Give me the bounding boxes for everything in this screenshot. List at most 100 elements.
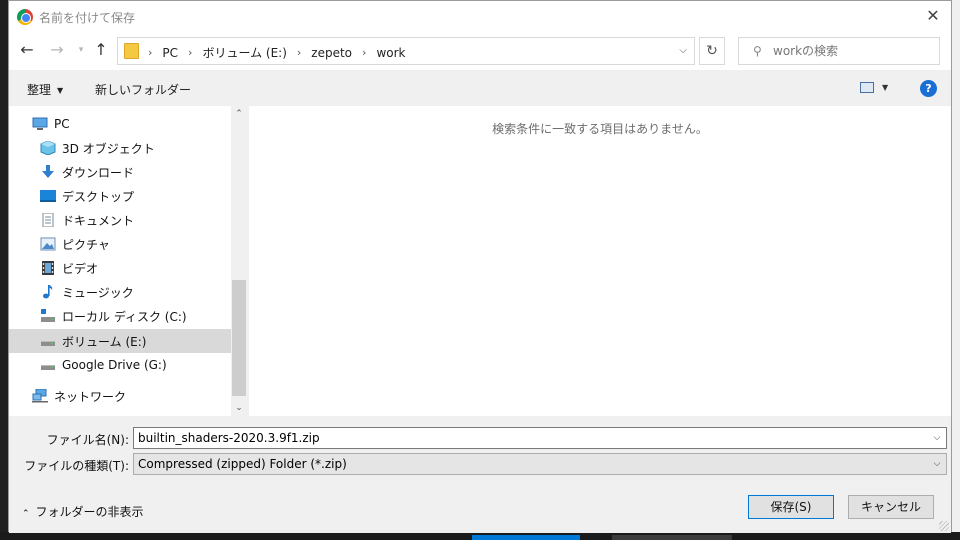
breadcrumb-separator-icon: › xyxy=(148,46,153,59)
help-button[interactable]: ? xyxy=(920,80,937,97)
scroll-down-icon[interactable]: ⌄ xyxy=(231,400,247,416)
tree-item-label: デスクトップ xyxy=(62,189,135,204)
navigation-bar: ← → ▾ ↑ › PC › ボリューム (E:) › zepeto › wor… xyxy=(9,32,951,70)
chevron-down-icon[interactable]: ⌵ xyxy=(928,454,946,474)
back-button[interactable]: ← xyxy=(17,41,37,61)
scrollbar-thumb[interactable] xyxy=(232,280,246,396)
breadcrumb-pc[interactable]: PC xyxy=(162,46,178,60)
filetype-label: ファイルの種類(T): xyxy=(24,459,129,473)
tree-item-label: ネットワーク xyxy=(54,389,127,404)
download-icon xyxy=(42,165,54,178)
filename-value: builtin_shaders-2020.3.9f1.zip xyxy=(138,431,320,445)
tree-item-3d-objects[interactable]: 3D オブジェクト xyxy=(9,136,231,160)
save-button[interactable]: 保存(S) xyxy=(748,495,834,519)
refresh-button[interactable]: ↻ xyxy=(699,37,725,65)
tree-item-label: ピクチャ xyxy=(62,237,110,252)
breadcrumb: › PC › ボリューム (E:) › zepeto › work xyxy=(148,44,405,61)
file-list[interactable]: 検索条件に一致する項目はありません。 xyxy=(249,106,951,416)
background-grey-bar xyxy=(612,535,732,540)
resize-grip-icon[interactable] xyxy=(939,521,949,531)
tree-item-label: ボリューム (E:) xyxy=(62,334,147,349)
address-bar[interactable]: › PC › ボリューム (E:) › zepeto › work ⌵ xyxy=(117,37,695,65)
navigation-scrollbar[interactable]: ⌃ ⌄ xyxy=(231,106,247,416)
caret-down-icon: ▼ xyxy=(57,86,64,95)
recent-locations-button[interactable]: ▾ xyxy=(71,41,91,61)
breadcrumb-separator-icon[interactable]: › xyxy=(297,46,301,59)
organize-label: 整理 xyxy=(27,83,52,97)
picture-icon xyxy=(40,237,56,251)
breadcrumb-work[interactable]: work xyxy=(376,46,405,60)
tree-item-documents[interactable]: ドキュメント xyxy=(9,208,231,232)
new-folder-button[interactable]: 新しいフォルダー xyxy=(95,81,191,98)
filetype-select[interactable]: Compressed (zipped) Folder (*.zip) ⌵ xyxy=(133,453,947,475)
tree-item-desktop[interactable]: デスクトップ xyxy=(9,184,231,208)
music-icon xyxy=(43,285,53,299)
title-bar: 名前を付けて保存 ✕ xyxy=(9,1,951,32)
view-options-icon[interactable] xyxy=(860,82,874,93)
tree-item-label: 3D オブジェクト xyxy=(62,141,155,156)
filename-label: ファイル名(N): xyxy=(46,433,129,447)
tree-item-label: ダウンロード xyxy=(62,165,135,180)
arrow-left-icon: ← xyxy=(20,40,34,59)
search-icon: ⚲ xyxy=(753,44,762,58)
tree-item-label: Google Drive (G:) xyxy=(62,358,167,372)
tree-item-label: ドキュメント xyxy=(62,213,135,228)
organize-menu[interactable]: 整理 ▼ xyxy=(27,81,63,98)
tree-item-network[interactable]: ネットワーク xyxy=(9,384,231,408)
scroll-up-icon[interactable]: ⌃ xyxy=(231,106,247,122)
tree-item-label: ローカル ディスク (C:) xyxy=(62,309,187,324)
cube-icon xyxy=(40,141,56,155)
save-form: ファイル名(N): builtin_shaders-2020.3.9f1.zip… xyxy=(9,416,951,533)
search-box: ⚲ xyxy=(738,37,940,65)
tree-item-pictures[interactable]: ピクチャ xyxy=(9,232,231,256)
tree-item-label: ミュージック xyxy=(62,285,134,300)
address-dropdown-button[interactable]: ⌵ xyxy=(672,38,694,64)
local-disk-icon xyxy=(41,309,55,322)
tree-item-google-drive-g[interactable]: Google Drive (G:) xyxy=(9,353,231,377)
breadcrumb-separator-icon[interactable]: › xyxy=(188,46,192,59)
drive-icon xyxy=(41,365,55,370)
filename-field[interactable]: builtin_shaders-2020.3.9f1.zip ⌵ xyxy=(133,427,947,449)
background-app-right xyxy=(952,0,960,540)
tree-item-local-disk-c[interactable]: ローカル ディスク (C:) xyxy=(9,304,231,328)
filetype-value: Compressed (zipped) Folder (*.zip) xyxy=(138,457,347,471)
hide-folders-toggle[interactable]: ⌃ フォルダーの非表示 xyxy=(22,503,144,520)
video-icon xyxy=(42,261,54,275)
window-title: 名前を付けて保存 xyxy=(39,11,136,25)
pc-icon xyxy=(32,117,48,130)
empty-message: 検索条件に一致する項目はありません。 xyxy=(492,122,708,136)
chevron-down-icon: ▾ xyxy=(78,45,84,55)
tree-item-label: ビデオ xyxy=(62,261,99,276)
breadcrumb-volume-e[interactable]: ボリューム (E:) xyxy=(202,44,286,61)
close-icon: ✕ xyxy=(926,6,940,25)
background-blue-bar xyxy=(472,535,580,540)
forward-button[interactable]: → xyxy=(47,41,67,61)
save-as-dialog: 名前を付けて保存 ✕ ← → ▾ ↑ › PC › ボリューム (E:) › z… xyxy=(8,0,952,533)
search-input[interactable] xyxy=(773,42,933,60)
drive-icon xyxy=(41,341,55,346)
tree-item-downloads[interactable]: ダウンロード xyxy=(9,160,231,184)
tree-item-volume-e[interactable]: ボリューム (E:) xyxy=(9,329,231,353)
cancel-button[interactable]: キャンセル xyxy=(848,495,934,519)
chevron-up-icon: ⌃ xyxy=(22,509,30,519)
chrome-icon xyxy=(17,9,33,25)
document-icon xyxy=(42,213,54,227)
tree-item-videos[interactable]: ビデオ xyxy=(9,256,231,280)
toolbar: 整理 ▼ 新しいフォルダー ▼ ? xyxy=(9,70,951,106)
view-caret-down-icon[interactable]: ▼ xyxy=(882,83,888,92)
chevron-down-icon: ⌵ xyxy=(679,45,687,56)
tree-item-label: PC xyxy=(54,117,70,131)
up-button[interactable]: ↑ xyxy=(91,41,111,61)
background-app-bottom xyxy=(0,532,960,540)
breadcrumb-separator-icon[interactable]: › xyxy=(362,46,366,59)
hide-folders-label: フォルダーの非表示 xyxy=(35,505,144,519)
navigation-pane: PC 3D オブジェクト ダウンロード デスクトップ ドキュメント ピクチャ ビ… xyxy=(9,106,247,416)
chevron-down-icon[interactable]: ⌵ xyxy=(928,428,946,448)
tree-item-pc[interactable]: PC xyxy=(9,112,231,136)
close-button[interactable]: ✕ xyxy=(921,5,945,29)
tree-item-music[interactable]: ミュージック xyxy=(9,280,231,304)
arrow-right-icon: → xyxy=(50,40,64,59)
breadcrumb-zepeto[interactable]: zepeto xyxy=(311,46,352,60)
arrow-up-icon: ↑ xyxy=(94,40,108,59)
folder-icon xyxy=(124,43,139,59)
